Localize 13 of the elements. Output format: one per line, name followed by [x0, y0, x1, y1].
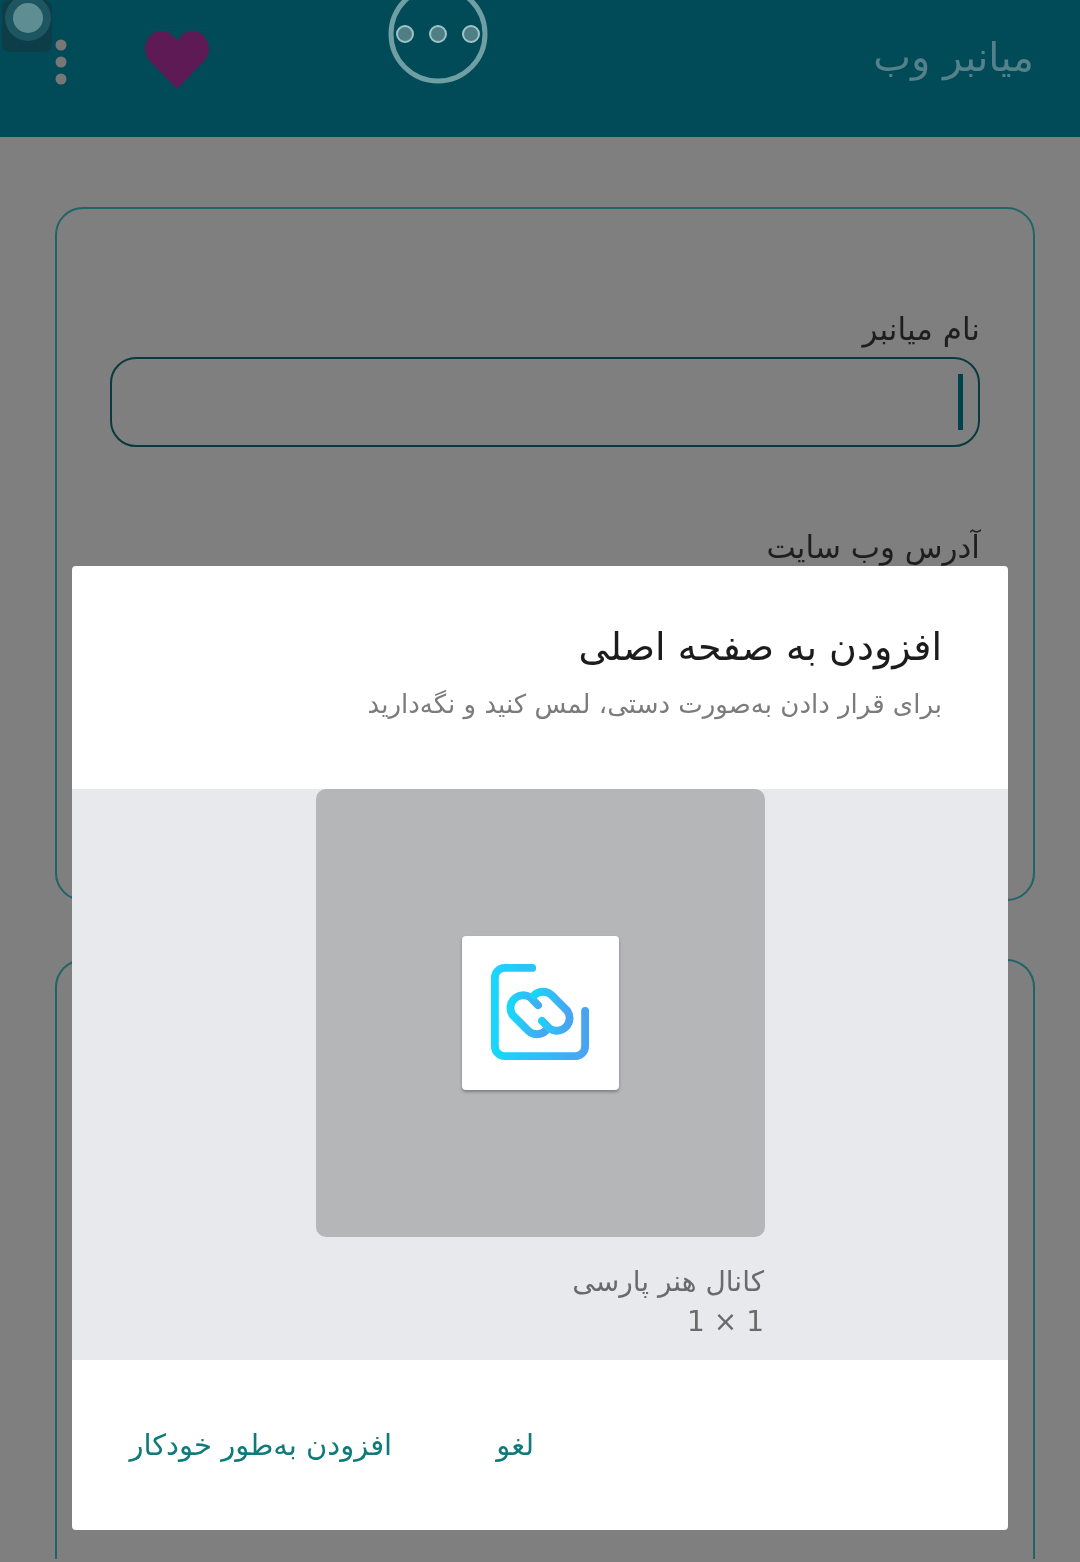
kebab-icon[interactable] [55, 39, 67, 85]
field-label: آدرس وب سایت [765, 528, 980, 567]
app-title: میانبر وب [873, 34, 1034, 80]
field-label: نام میانبر [860, 310, 980, 349]
dialog-button[interactable]: لغو [496, 1418, 534, 1472]
dialog-subtitle: برای قرار دادن به‌صورت دستی، لمس کنید و نگه‌دارید [366, 688, 942, 722]
dialog-button[interactable]: افزودن به‌طور خودکار [129, 1418, 393, 1472]
widget-size: 1 × 1 [686, 1304, 765, 1340]
dialog-title: افزودن به صفحه اصلی [577, 624, 942, 672]
widget-preview[interactable] [315, 789, 765, 1237]
floating-bubble-icon[interactable] [2, 0, 52, 52]
input-field[interactable] [110, 357, 980, 447]
widget-name: کانال هنر پارسی [571, 1264, 765, 1300]
